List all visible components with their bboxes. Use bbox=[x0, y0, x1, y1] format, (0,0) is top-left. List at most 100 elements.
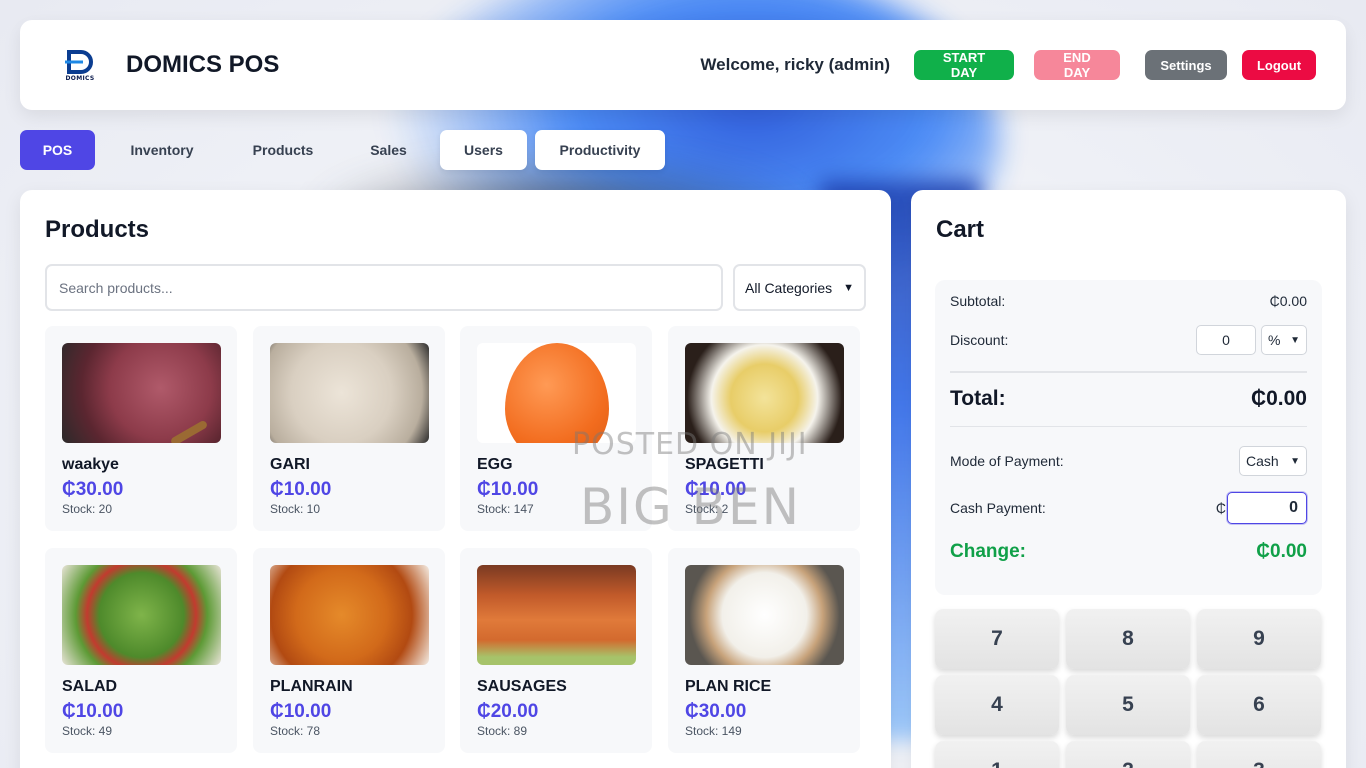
product-card[interactable]: waakye ₵30.00 Stock: 20 bbox=[45, 326, 237, 531]
products-title: Products bbox=[45, 216, 150, 243]
discount-type-select[interactable]: % ▼ bbox=[1261, 325, 1307, 355]
end-day-button[interactable]: END DAY bbox=[1034, 50, 1120, 80]
chevron-down-icon: ▼ bbox=[843, 281, 854, 294]
cash-payment-input[interactable]: 0 bbox=[1227, 492, 1307, 524]
product-price: ₵10.00 bbox=[270, 479, 332, 500]
payment-mode-row: Mode of Payment: Cash ▼ bbox=[950, 446, 1307, 476]
divider bbox=[950, 371, 1307, 373]
payment-mode-value: Cash bbox=[1246, 453, 1279, 469]
payment-mode-label: Mode of Payment: bbox=[950, 453, 1064, 469]
discount-label: Discount: bbox=[950, 332, 1009, 348]
change-row: Change: ₵0.00 bbox=[950, 538, 1307, 566]
category-select[interactable]: All Categories ▼ bbox=[733, 264, 866, 311]
product-name: waakye bbox=[62, 456, 119, 473]
product-card[interactable]: EGG ₵10.00 Stock: 147 bbox=[460, 326, 652, 531]
product-name: EGG bbox=[477, 456, 513, 473]
product-image-salad bbox=[62, 565, 221, 665]
product-price: ₵10.00 bbox=[477, 479, 539, 500]
cart-panel: Cart Subtotal: ₵0.00 Discount: 0 % ▼ Tot… bbox=[911, 190, 1346, 768]
total-row: Total: ₵0.00 bbox=[950, 384, 1307, 414]
main-tabs: POS Inventory Products Sales Users Produ… bbox=[20, 130, 665, 170]
change-label: Change: bbox=[950, 541, 1026, 562]
subtotal-label: Subtotal: bbox=[950, 293, 1006, 309]
product-image-gari bbox=[270, 343, 429, 443]
keypad-key-5[interactable]: 5 bbox=[1066, 675, 1190, 735]
products-panel: Products All Categories ▼ waakye ₵30.00 … bbox=[20, 190, 891, 768]
keypad-key-9[interactable]: 9 bbox=[1197, 609, 1321, 669]
keypad-key-7[interactable]: 7 bbox=[935, 609, 1059, 669]
payment-mode-select[interactable]: Cash ▼ bbox=[1239, 446, 1307, 476]
product-stock: Stock: 20 bbox=[62, 502, 113, 516]
logo-brand-text: DOMICS bbox=[65, 74, 95, 82]
chevron-down-icon: ▼ bbox=[1290, 455, 1300, 467]
product-card[interactable]: GARI ₵10.00 Stock: 10 bbox=[253, 326, 445, 531]
product-name: SALAD bbox=[62, 678, 118, 695]
cart-title: Cart bbox=[936, 216, 985, 243]
tab-inventory[interactable]: Inventory bbox=[95, 130, 229, 170]
tab-productivity[interactable]: Productivity bbox=[535, 130, 665, 170]
product-price: ₵10.00 bbox=[270, 701, 332, 722]
product-stock: Stock: 78 bbox=[270, 724, 321, 738]
keypad-key-8[interactable]: 8 bbox=[1066, 609, 1190, 669]
tab-pos[interactable]: POS bbox=[20, 130, 95, 170]
cash-payment-label: Cash Payment: bbox=[950, 500, 1046, 516]
product-price: ₵30.00 bbox=[62, 479, 124, 500]
currency-symbol: ₵ bbox=[1215, 500, 1226, 516]
cart-summary: Subtotal: ₵0.00 Discount: 0 % ▼ Total: ₵… bbox=[935, 280, 1322, 595]
header-actions: Welcome, ricky (admin) START DAY END DAY… bbox=[700, 50, 1316, 80]
welcome-text: Welcome, ricky (admin) bbox=[700, 55, 890, 74]
product-image-egg bbox=[477, 343, 636, 443]
keypad-key-6[interactable]: 6 bbox=[1197, 675, 1321, 735]
cash-payment-control: ₵ 0 bbox=[1216, 492, 1307, 524]
app-title: DOMICS POS bbox=[126, 51, 280, 78]
product-card[interactable]: SPAGETTI ₵10.00 Stock: 2 bbox=[668, 326, 860, 531]
product-card[interactable]: PLAN RICE ₵30.00 Stock: 149 bbox=[668, 548, 860, 753]
product-image-sausages bbox=[477, 565, 636, 665]
total-value: ₵0.00 bbox=[1250, 387, 1307, 410]
tab-sales[interactable]: Sales bbox=[337, 130, 440, 170]
logo-mark-icon bbox=[65, 49, 93, 74]
keypad-key-1[interactable]: 1 bbox=[935, 741, 1059, 768]
keypad-key-4[interactable]: 4 bbox=[935, 675, 1059, 735]
search-input[interactable] bbox=[45, 264, 723, 311]
product-stock: Stock: 89 bbox=[477, 724, 528, 738]
product-price: ₵30.00 bbox=[685, 701, 747, 722]
product-stock: Stock: 147 bbox=[477, 502, 534, 516]
top-header: DOMICS DOMICS POS Welcome, ricky (admin)… bbox=[20, 20, 1346, 110]
category-select-value: All Categories bbox=[745, 279, 833, 296]
product-name: GARI bbox=[270, 456, 310, 473]
keypad-key-3[interactable]: 3 bbox=[1197, 741, 1321, 768]
product-price: ₵10.00 bbox=[685, 479, 747, 500]
product-stock: Stock: 2 bbox=[685, 502, 729, 516]
product-name: SPAGETTI bbox=[685, 456, 764, 473]
product-name: SAUSAGES bbox=[477, 678, 567, 695]
settings-button[interactable]: Settings bbox=[1145, 50, 1227, 80]
product-image-planrain bbox=[270, 565, 429, 665]
start-day-button[interactable]: START DAY bbox=[914, 50, 1014, 80]
subtotal-value: ₵0.00 bbox=[1269, 293, 1307, 309]
discount-row: Discount: 0 % ▼ bbox=[950, 325, 1307, 355]
tab-users[interactable]: Users bbox=[440, 130, 527, 170]
product-image-spagetti bbox=[685, 343, 844, 443]
product-card[interactable]: PLANRAIN ₵10.00 Stock: 78 bbox=[253, 548, 445, 753]
product-stock: Stock: 149 bbox=[685, 724, 742, 738]
chevron-down-icon: ▼ bbox=[1290, 334, 1300, 346]
product-card[interactable]: SALAD ₵10.00 Stock: 49 bbox=[45, 548, 237, 753]
change-value: ₵0.00 bbox=[1256, 541, 1307, 562]
product-image-waakye bbox=[62, 343, 221, 443]
app-logo: DOMICS bbox=[50, 35, 110, 95]
product-stock: Stock: 49 bbox=[62, 724, 113, 738]
product-price: ₵10.00 bbox=[62, 701, 124, 722]
product-name: PLANRAIN bbox=[270, 678, 353, 695]
total-label: Total: bbox=[950, 387, 1006, 410]
product-card[interactable]: SAUSAGES ₵20.00 Stock: 89 bbox=[460, 548, 652, 753]
subtotal-row: Subtotal: ₵0.00 bbox=[950, 290, 1307, 312]
logout-button[interactable]: Logout bbox=[1242, 50, 1316, 80]
product-name: PLAN RICE bbox=[685, 678, 772, 695]
product-image-plan-rice bbox=[685, 565, 844, 665]
tab-products[interactable]: Products bbox=[229, 130, 337, 170]
discount-input[interactable]: 0 bbox=[1196, 325, 1256, 355]
divider bbox=[950, 426, 1307, 427]
keypad-key-2[interactable]: 2 bbox=[1066, 741, 1190, 768]
discount-type-value: % bbox=[1268, 332, 1281, 348]
